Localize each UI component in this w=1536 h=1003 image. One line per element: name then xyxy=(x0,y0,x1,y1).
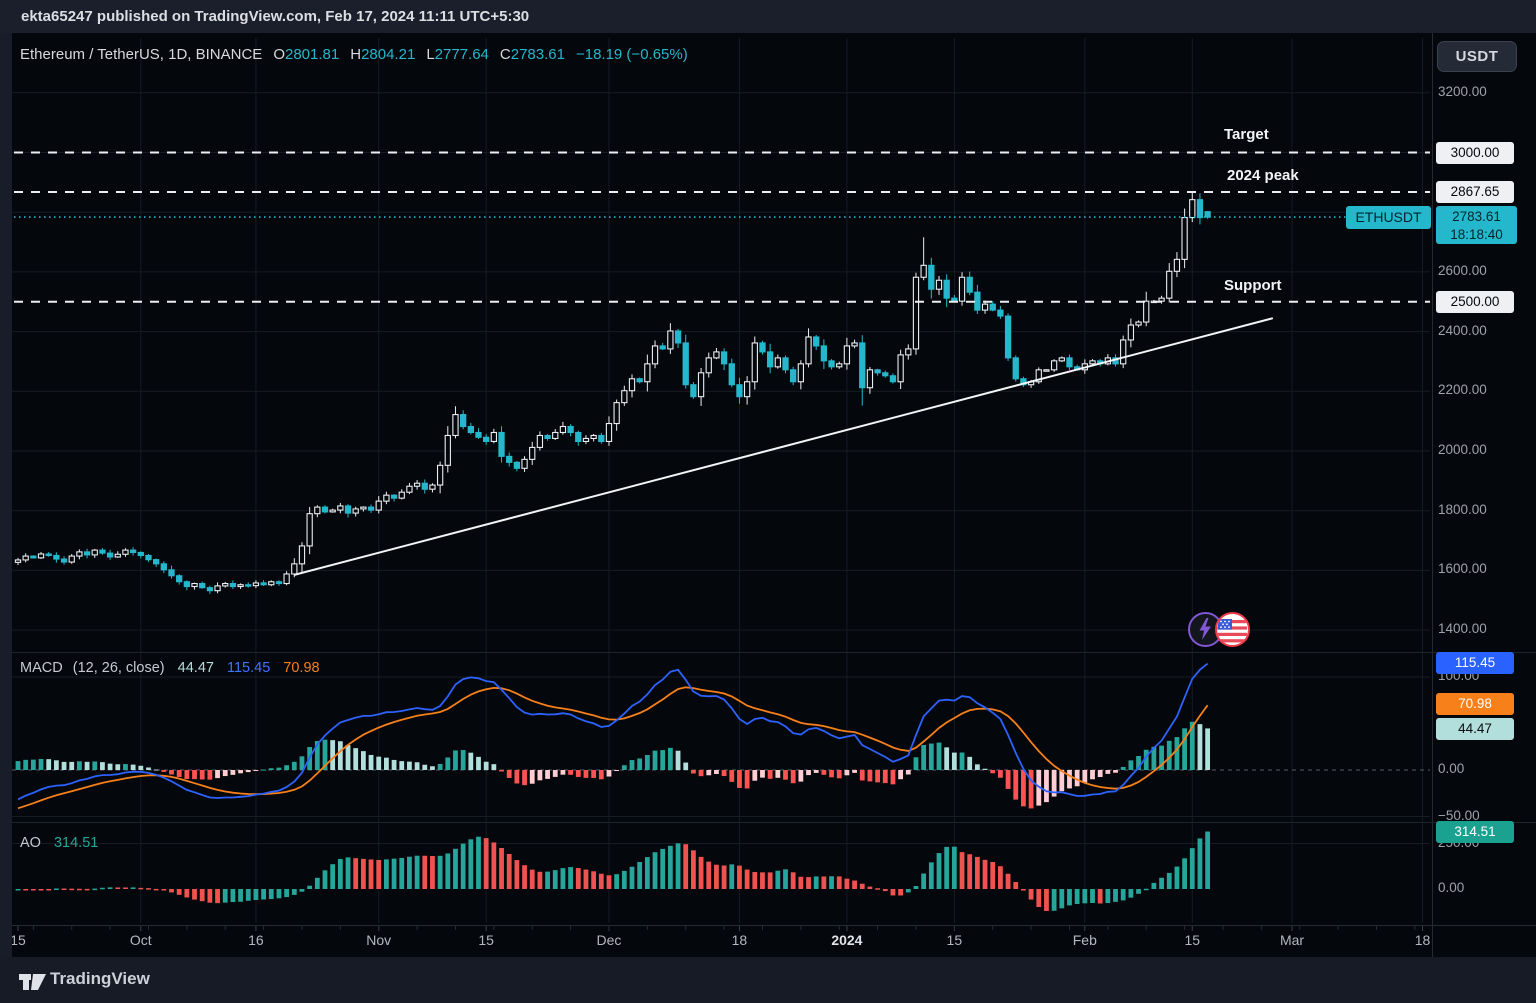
time-axis-label: Nov xyxy=(366,932,391,948)
time-axis-label: 16 xyxy=(248,932,264,948)
high-label: H xyxy=(350,46,361,63)
macd-line-value: 115.45 xyxy=(227,660,270,676)
ao-value: 314.51 xyxy=(54,835,98,851)
ao-title[interactable]: AO xyxy=(20,835,41,851)
target-annotation[interactable]: Target xyxy=(1224,126,1269,143)
open-label: O xyxy=(273,46,285,63)
footer-bar: TradingView xyxy=(0,957,1536,1003)
time-axis-label: Mar xyxy=(1280,932,1304,948)
price-axis-tick[interactable]: 2600.00 xyxy=(1438,263,1528,278)
time-axis[interactable]: 15 Oct 16 Nov 15 Dec 18 2024 15 Feb 15 Mar 18 xyxy=(12,925,1432,957)
published-text: ekta65247 published on TradingView.com, … xyxy=(21,8,529,25)
current-price-badge: 2783.61 18:18:40 xyxy=(1436,206,1517,244)
macd-title[interactable]: MACD xyxy=(20,660,63,676)
macd-hist-value: 44.47 xyxy=(178,660,214,676)
time-axis-label: 18 xyxy=(1415,932,1431,948)
time-axis-label: 15 xyxy=(1184,932,1200,948)
macd-value-badge: 70.98 xyxy=(1436,693,1514,715)
low-label: L xyxy=(426,46,434,63)
price-level-badge: 3000.00 xyxy=(1436,142,1514,164)
pane-separator[interactable] xyxy=(12,822,1536,823)
macd-params: (12, 26, close) xyxy=(73,660,165,676)
price-axis-border xyxy=(1432,33,1433,957)
close-label: C xyxy=(500,46,511,63)
macd-value-badge: 115.45 xyxy=(1436,652,1514,674)
price-axis-tick[interactable]: 2200.00 xyxy=(1438,382,1528,397)
chart-widget[interactable] xyxy=(12,33,1536,957)
flag-icon xyxy=(1217,614,1247,644)
time-axis-label: Feb xyxy=(1073,932,1097,948)
symbol-legend[interactable]: Ethereum / TetherUS, 1D, BINANCE O2801.81… xyxy=(20,46,688,63)
time-axis-label: Oct xyxy=(130,932,152,948)
change-value: −18.19 (−0.65%) xyxy=(576,46,688,63)
macd-value-badge: 44.47 xyxy=(1436,718,1514,740)
macd-axis-tick[interactable]: 0.00 xyxy=(1438,761,1528,776)
ao-axis-tick[interactable]: 0.00 xyxy=(1438,880,1528,895)
peak-annotation[interactable]: 2024 peak xyxy=(1227,167,1299,184)
tradingview-published-chart: ekta65247 published on TradingView.com, … xyxy=(0,0,1536,1003)
low-value: 2777.64 xyxy=(435,46,489,63)
tradingview-wordmark[interactable]: TradingView xyxy=(50,969,150,989)
time-axis-label: Dec xyxy=(597,932,622,948)
support-annotation[interactable]: Support xyxy=(1224,277,1282,294)
pane-separator[interactable] xyxy=(12,652,1536,653)
bar-countdown: 18:18:40 xyxy=(1436,226,1517,244)
published-bar: ekta65247 published on TradingView.com, … xyxy=(0,0,1536,33)
macd-legend[interactable]: MACD (12, 26, close) 44.47 115.45 70.98 xyxy=(20,660,320,676)
price-axis-tick[interactable]: 3200.00 xyxy=(1438,84,1528,99)
price-axis-tick[interactable]: 1600.00 xyxy=(1438,561,1528,576)
price-axis-tick[interactable]: 1400.00 xyxy=(1438,621,1528,636)
time-axis-label: 18 xyxy=(732,932,748,948)
current-price: 2783.61 xyxy=(1436,208,1517,226)
open-value: 2801.81 xyxy=(285,46,339,63)
time-axis-label: 15 xyxy=(12,932,26,948)
high-value: 2804.21 xyxy=(361,46,415,63)
time-axis-label: 15 xyxy=(947,932,963,948)
ao-legend[interactable]: AO 314.51 xyxy=(20,835,98,851)
time-axis-label: 15 xyxy=(478,932,494,948)
us-flag-icon[interactable] xyxy=(1215,612,1250,647)
macd-signal-value: 70.98 xyxy=(283,660,319,676)
ao-value-badge: 314.51 xyxy=(1436,821,1514,843)
price-level-badge: 2867.65 xyxy=(1436,181,1514,203)
price-level-badge: 2500.00 xyxy=(1436,291,1514,313)
close-value: 2783.61 xyxy=(511,46,565,63)
currency-toggle-button[interactable]: USDT xyxy=(1437,41,1517,72)
time-axis-label: 2024 xyxy=(831,932,862,948)
price-axis-tick[interactable]: 2400.00 xyxy=(1438,323,1528,338)
tradingview-logo-icon[interactable] xyxy=(19,970,47,991)
price-axis-tick[interactable]: 1800.00 xyxy=(1438,502,1528,517)
price-axis-tick[interactable]: 2000.00 xyxy=(1438,442,1528,457)
symbol-price-label: ETHUSDT xyxy=(1346,206,1431,229)
symbol-title[interactable]: Ethereum / TetherUS, 1D, BINANCE xyxy=(20,46,262,63)
